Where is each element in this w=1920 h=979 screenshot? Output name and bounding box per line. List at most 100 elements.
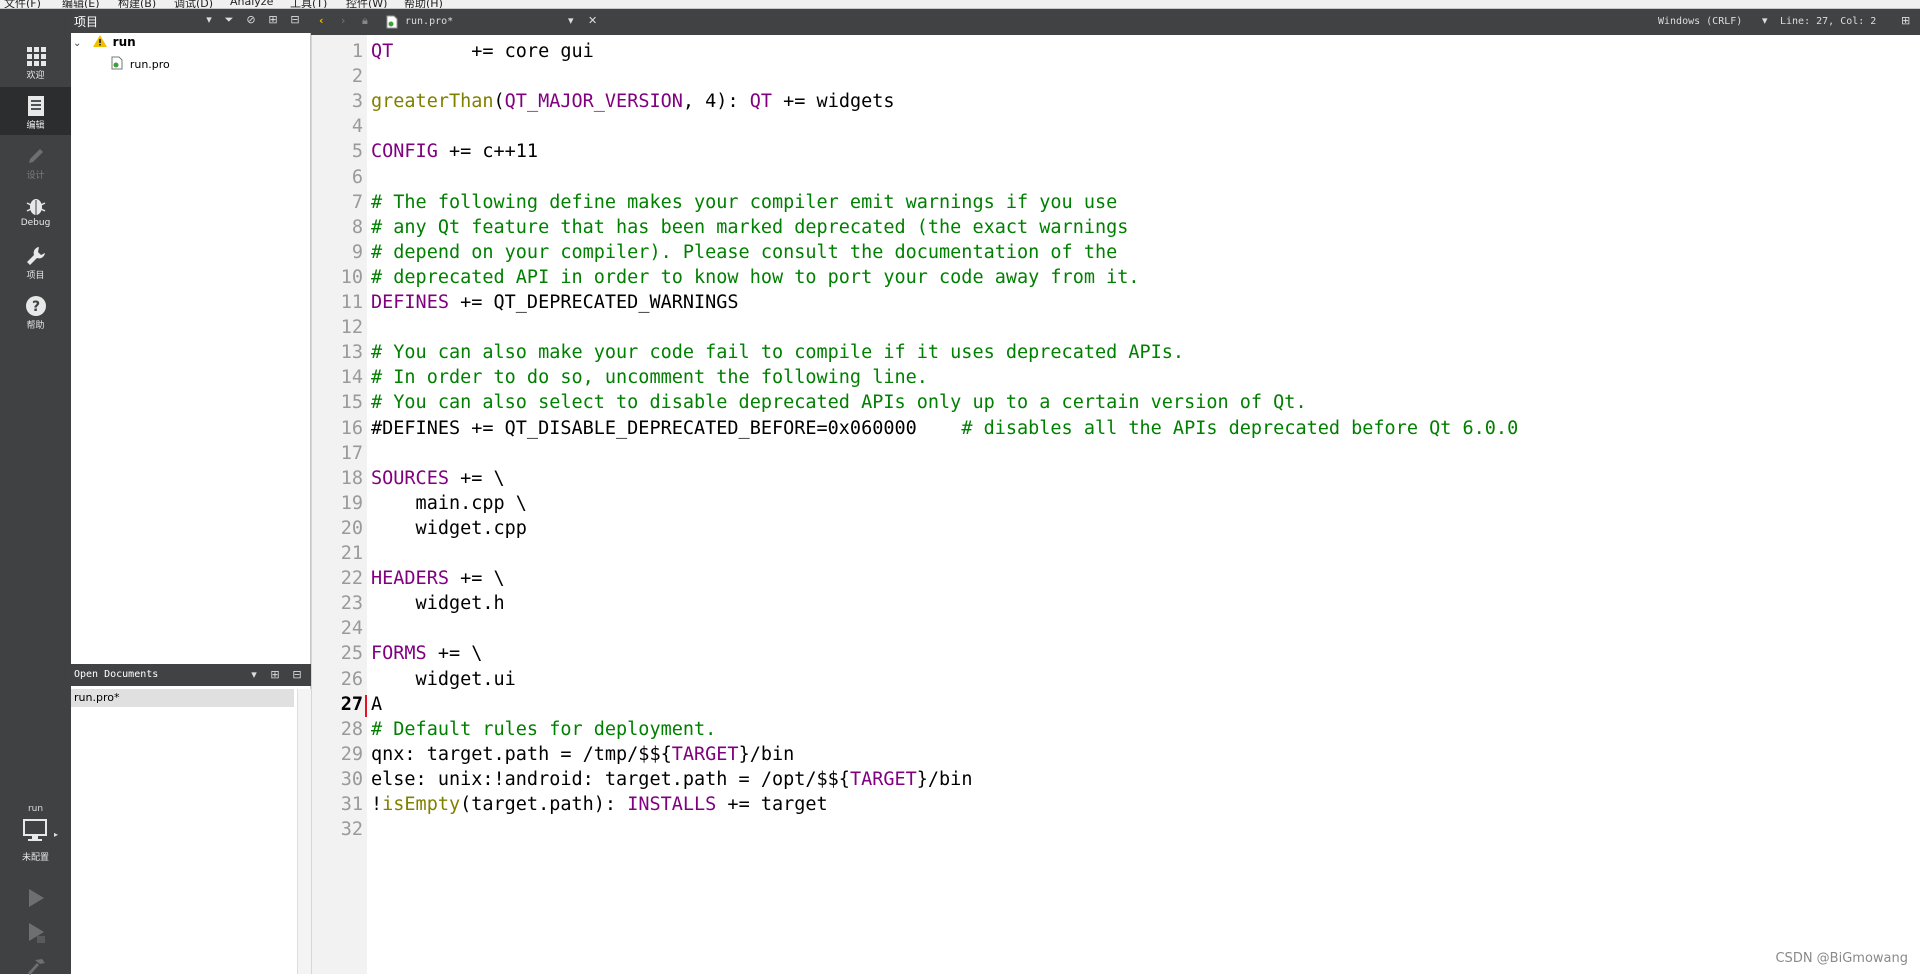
- code-line[interactable]: SOURCES += \: [371, 468, 505, 489]
- mode-welcome[interactable]: 欢迎: [0, 37, 71, 85]
- project-pane-header: 项目 ▾ ⏷ ⊘ ⊞ ⊟: [71, 9, 311, 33]
- split-icon[interactable]: ⊞: [267, 667, 283, 683]
- view-dropdown-icon[interactable]: ▾: [201, 12, 217, 28]
- code-line[interactable]: # any Qt feature that has been marked de…: [371, 217, 1128, 238]
- open-doc-item[interactable]: run.pro*: [71, 689, 294, 707]
- close-document-icon[interactable]: ✕: [588, 14, 597, 27]
- code-line[interactable]: main.cpp \: [371, 493, 527, 514]
- run-button[interactable]: [0, 887, 71, 913]
- debug-run-button[interactable]: [0, 921, 71, 949]
- menu-help[interactable]: 帮助(H): [404, 0, 443, 9]
- code-line[interactable]: QT += core gui: [371, 41, 594, 62]
- menu-edit[interactable]: 编辑(E): [62, 0, 100, 9]
- wrench-icon: [25, 245, 47, 267]
- hammer-icon: [25, 957, 47, 975]
- back-icon[interactable]: ‹: [319, 14, 324, 27]
- debug-run-icon: [25, 921, 47, 945]
- menu-file[interactable]: 文件(F): [4, 0, 41, 9]
- code-line[interactable]: !isEmpty(target.path): INSTALLS += targe…: [371, 794, 828, 815]
- link-icon[interactable]: ⊘: [243, 12, 259, 28]
- encoding-label[interactable]: Windows (CRLF): [1658, 16, 1742, 27]
- split-editor-icon[interactable]: ⊞: [1901, 14, 1910, 27]
- line-number: 22: [323, 568, 363, 589]
- menu-analyze[interactable]: Analyze: [230, 0, 273, 8]
- lock-icon[interactable]: 🔒︎: [362, 14, 368, 28]
- code-line[interactable]: # Default rules for deployment.: [371, 719, 716, 740]
- mode-help[interactable]: ? 帮助: [0, 287, 71, 335]
- grid-icon: [25, 45, 47, 67]
- code-line[interactable]: widget.h: [371, 593, 505, 614]
- mode-debug[interactable]: Debug: [0, 187, 71, 235]
- open-docs-scrollbar[interactable]: [297, 689, 311, 974]
- code-line[interactable]: widget.cpp: [371, 518, 527, 539]
- menu-build[interactable]: 构建(B): [118, 0, 156, 9]
- document-icon: [25, 95, 47, 117]
- bug-icon: [25, 195, 47, 217]
- menu-bar: 文件(F) 编辑(E) 构建(B) 调试(D) Analyze 工具(T) 控件…: [0, 0, 1920, 9]
- code-line[interactable]: HEADERS += \: [371, 568, 505, 589]
- code-line[interactable]: qnx: target.path = /tmp/$${TARGET}/bin: [371, 744, 794, 765]
- line-number: 18: [323, 468, 363, 489]
- mode-label: 项目: [0, 268, 71, 281]
- tree-project-name: run: [113, 35, 136, 49]
- code-line[interactable]: #DEFINES += QT_DISABLE_DEPRECATED_BEFORE…: [371, 418, 1518, 439]
- kit-selector[interactable]: run ▸ 未配置: [0, 804, 71, 863]
- code-line[interactable]: # You can also select to disable depreca…: [371, 392, 1307, 413]
- line-number: 29: [323, 744, 363, 765]
- pro-file-icon: [386, 15, 398, 29]
- mode-edit[interactable]: 编辑: [0, 87, 71, 135]
- editor-scrollbar[interactable]: [1906, 35, 1920, 974]
- code-line[interactable]: # In order to do so, uncomment the follo…: [371, 367, 928, 388]
- file-dropdown-icon[interactable]: ▾: [568, 14, 574, 27]
- line-number: 31: [323, 794, 363, 815]
- menu-window[interactable]: 控件(W): [346, 0, 387, 9]
- code-line[interactable]: # The following define makes your compil…: [371, 192, 1117, 213]
- line-number: 4: [323, 116, 363, 137]
- build-button[interactable]: [0, 957, 71, 979]
- line-number: 26: [323, 669, 363, 690]
- run-icon: [25, 887, 47, 909]
- code-line[interactable]: # depend on your compiler). Please consu…: [371, 242, 1117, 263]
- code-editor[interactable]: QT += core gui greaterThan(QT_MAJOR_VERSI…: [367, 35, 1920, 974]
- line-number: 11: [323, 292, 363, 313]
- close-pane-icon[interactable]: ⊟: [287, 12, 303, 28]
- code-line[interactable]: # deprecated API in order to know how to…: [371, 267, 1140, 288]
- open-docs-dropdown-icon[interactable]: ▾: [246, 667, 262, 683]
- mode-label: 设计: [0, 168, 71, 181]
- split-icon[interactable]: ⊞: [265, 12, 281, 28]
- close-pane-icon[interactable]: ⊟: [289, 667, 305, 683]
- chevron-down-icon[interactable]: ⌄: [73, 38, 87, 49]
- line-number: 24: [323, 618, 363, 639]
- code-line[interactable]: widget.ui: [371, 669, 516, 690]
- code-line[interactable]: FORMS += \: [371, 643, 482, 664]
- code-line[interactable]: else: unix:!android: target.path = /opt/…: [371, 769, 972, 790]
- mode-label: 欢迎: [0, 68, 71, 81]
- code-line[interactable]: DEFINES += QT_DEPRECATED_WARNINGS: [371, 292, 739, 313]
- line-number: 21: [323, 543, 363, 564]
- menu-tools[interactable]: 工具(T): [290, 0, 327, 9]
- line-number: 30: [323, 769, 363, 790]
- line-number: 2: [323, 66, 363, 87]
- mode-label: 帮助: [0, 318, 71, 331]
- line-number: 9: [323, 242, 363, 263]
- cursor-position[interactable]: Line: 27, Col: 2: [1780, 16, 1876, 27]
- code-line[interactable]: CONFIG += c++11: [371, 141, 538, 162]
- line-number: 28: [323, 719, 363, 740]
- watermark: CSDN @BiGmowang: [1775, 951, 1908, 966]
- tree-file-name: run.pro: [130, 58, 170, 71]
- current-line-marker: [365, 695, 367, 717]
- menu-debug[interactable]: 调试(D): [174, 0, 213, 9]
- code-line[interactable]: A: [371, 694, 382, 715]
- forward-icon[interactable]: ›: [341, 14, 345, 27]
- mode-label: 编辑: [0, 118, 71, 131]
- file-tab-label[interactable]: run.pro*: [405, 16, 453, 27]
- tree-project-node[interactable]: ⌄ run: [73, 35, 136, 55]
- tree-file-node[interactable]: run.pro: [111, 56, 170, 76]
- filter-icon[interactable]: ⏷: [221, 12, 237, 28]
- mode-design[interactable]: 设计: [0, 137, 71, 185]
- encoding-dropdown-icon[interactable]: ▾: [1762, 14, 1768, 27]
- code-line[interactable]: # You can also make your code fail to co…: [371, 342, 1184, 363]
- code-line[interactable]: greaterThan(QT_MAJOR_VERSION, 4): QT += …: [371, 91, 895, 112]
- line-number: 1: [323, 41, 363, 62]
- mode-projects[interactable]: 项目: [0, 237, 71, 285]
